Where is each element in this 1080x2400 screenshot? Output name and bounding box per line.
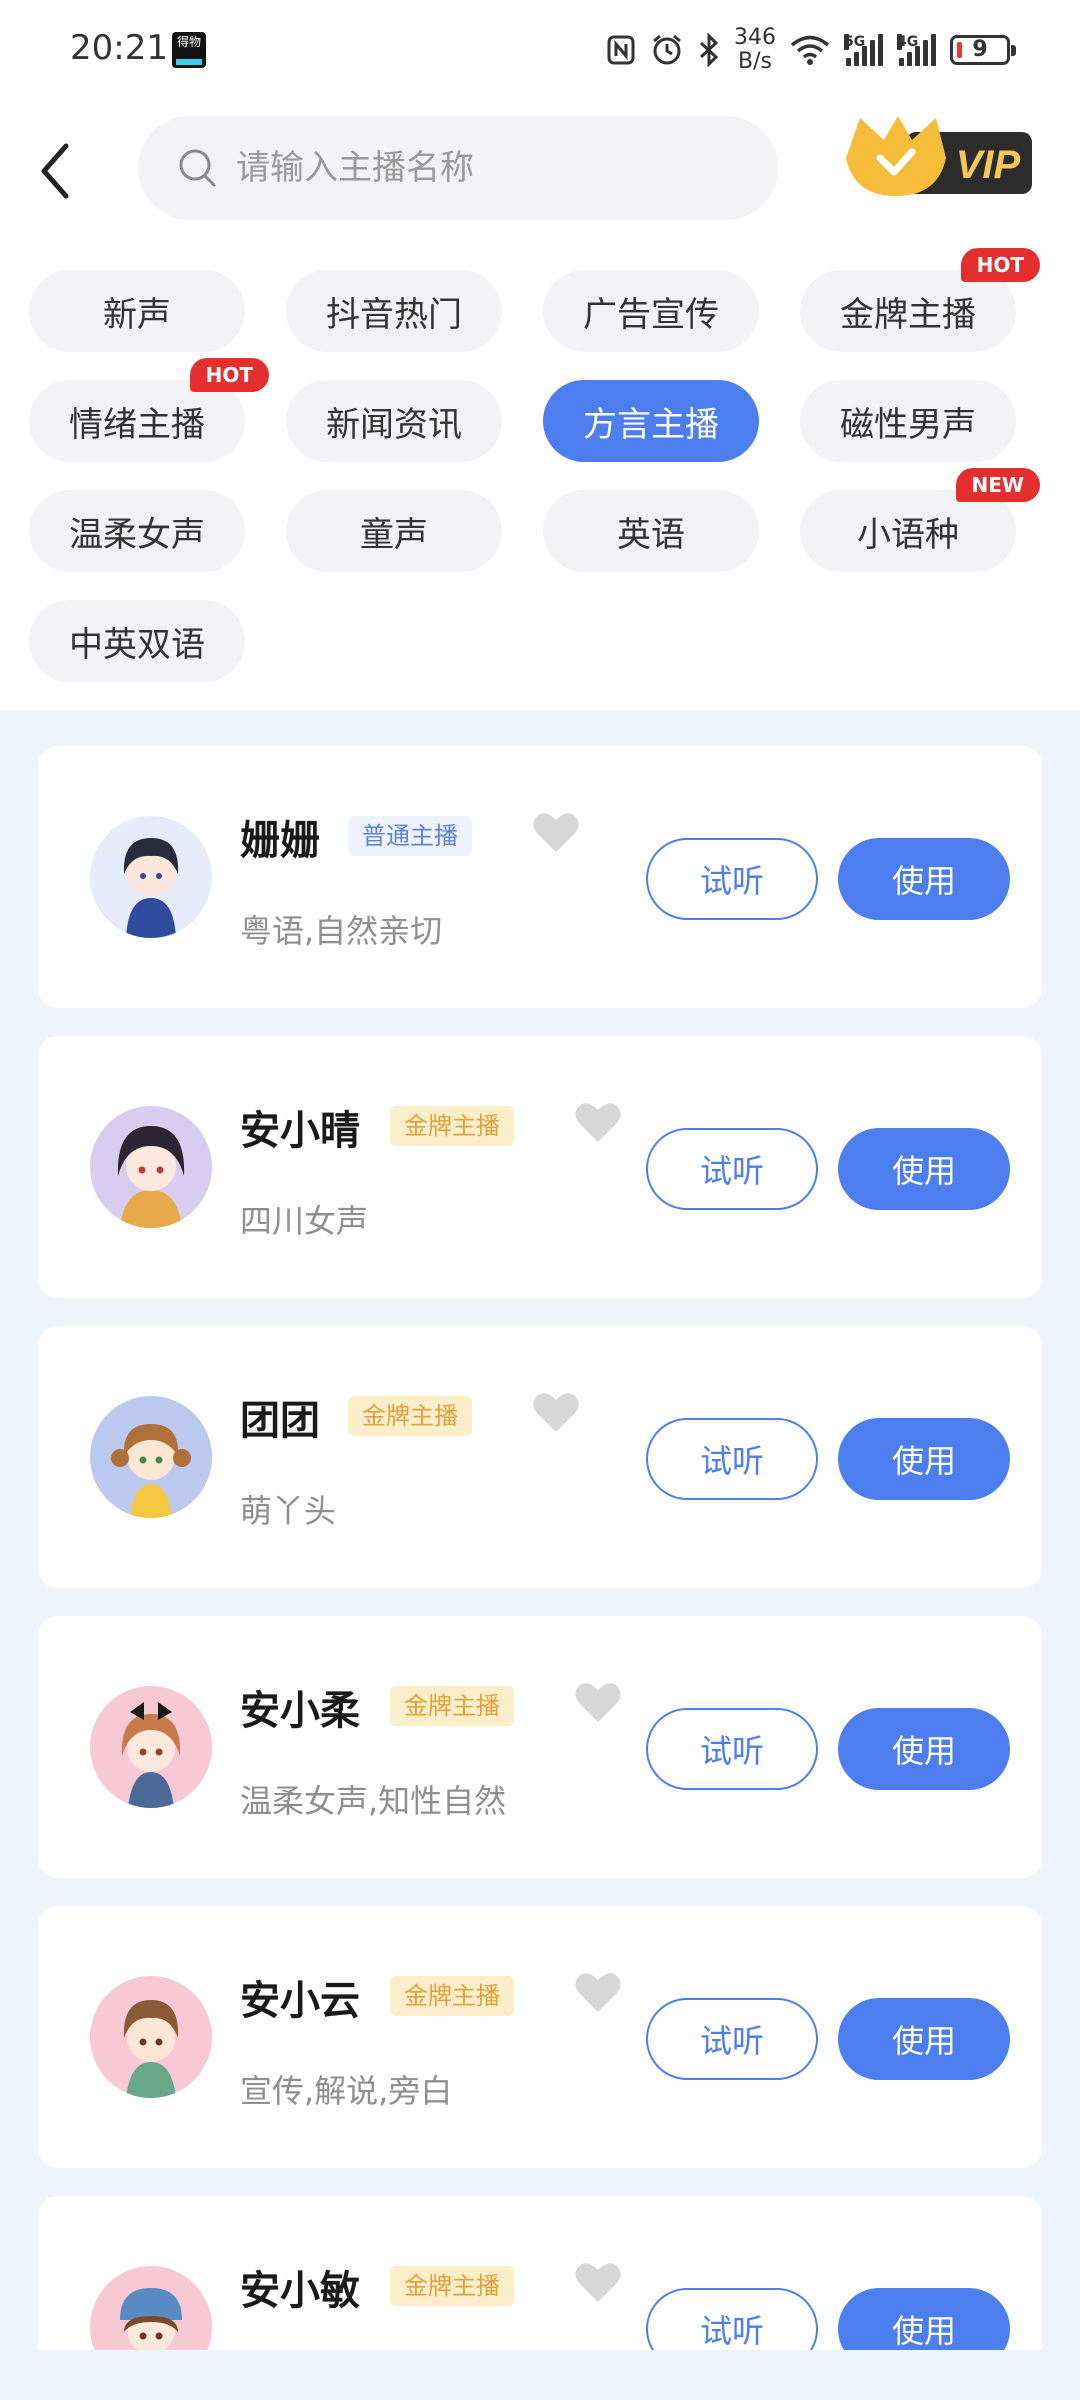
signal-sim1-icon: 5G bbox=[844, 34, 883, 66]
try-listen-button[interactable]: 试听 bbox=[646, 2288, 818, 2350]
level-badge: 金牌主播 bbox=[348, 1396, 472, 1436]
alarm-icon bbox=[653, 34, 681, 65]
signal-sim2-icon: 4G bbox=[897, 34, 936, 66]
nfc-icon bbox=[607, 35, 635, 65]
search-input[interactable] bbox=[236, 148, 756, 188]
tag-child-voice[interactable]: 童声 bbox=[286, 490, 502, 572]
try-listen-button[interactable]: 试听 bbox=[646, 1418, 818, 1500]
anchor-name: 安小柔 bbox=[240, 1688, 360, 1734]
vip-label: VIP bbox=[956, 143, 1021, 187]
tag-gentle-female[interactable]: 温柔女声 bbox=[29, 490, 245, 572]
category-tags: 新声 抖音热门 广告宣传 金牌主播 HOT 情绪主播 HOT 新闻资讯 方言主播 磁… bbox=[0, 248, 1080, 710]
anchor-list[interactable]: 姗姗 普通主播 粤语,自然亲切 试听 使用 安小晴 金牌主播 四川女声 试听 使… bbox=[0, 710, 1080, 2350]
anchor-description: 温柔女声,知性自然 bbox=[240, 1782, 507, 1820]
network-speed: 346 B/s bbox=[734, 25, 776, 74]
anchor-description: 萌丫头 bbox=[240, 1492, 337, 1530]
use-button[interactable]: 使用 bbox=[838, 1708, 1010, 1790]
hot-badge: HOT bbox=[189, 358, 269, 392]
anchor-name: 姗姗 bbox=[240, 818, 320, 864]
anchor-name: 安小云 bbox=[240, 1978, 360, 2024]
search-icon bbox=[179, 149, 216, 187]
anchor-card: 安小柔 金牌主播 温柔女声,知性自然 试听 使用 bbox=[38, 1616, 1042, 1878]
use-button[interactable]: 使用 bbox=[838, 2288, 1010, 2350]
use-button[interactable]: 使用 bbox=[838, 838, 1010, 920]
anchor-description: 粤语,自然亲切 bbox=[240, 912, 443, 950]
tag-bilingual[interactable]: 中英双语 bbox=[29, 600, 245, 682]
heart-icon[interactable] bbox=[574, 2260, 622, 2304]
anchor-card: 姗姗 普通主播 粤语,自然亲切 试听 使用 bbox=[38, 746, 1042, 1008]
try-listen-button[interactable]: 试听 bbox=[646, 1128, 818, 1210]
avatar bbox=[90, 2266, 212, 2350]
avatar bbox=[90, 1106, 212, 1228]
anchor-card: 安小云 金牌主播 宣传,解说,旁白 试听 使用 bbox=[38, 1906, 1042, 2168]
try-listen-button[interactable]: 试听 bbox=[646, 838, 818, 920]
status-time: 20:21 bbox=[70, 28, 168, 68]
tag-english[interactable]: 英语 bbox=[543, 490, 759, 572]
tag-gold-anchor[interactable]: 金牌主播 HOT bbox=[800, 248, 1040, 352]
status-bar: 20:21 得物 346 B/s 5G 4G 9 bbox=[0, 0, 1080, 100]
anchor-name: 安小敏 bbox=[240, 2268, 360, 2314]
avatar bbox=[90, 816, 212, 938]
avatar bbox=[90, 1686, 212, 1808]
anchor-card: 安小敏 金牌主播 试听 使用 bbox=[38, 2196, 1042, 2350]
battery-icon: 9 bbox=[950, 35, 1016, 65]
top-bar: VIP bbox=[0, 100, 1080, 260]
anchor-name: 团团 bbox=[240, 1398, 320, 1444]
heart-icon[interactable] bbox=[574, 1970, 622, 2014]
level-badge: 金牌主播 bbox=[390, 2266, 514, 2306]
tag-news[interactable]: 新闻资讯 bbox=[286, 380, 502, 462]
use-button[interactable]: 使用 bbox=[838, 1998, 1010, 2080]
hot-badge: HOT bbox=[960, 248, 1040, 282]
tag-advertising[interactable]: 广告宣传 bbox=[543, 270, 759, 352]
level-badge: 普通主播 bbox=[348, 816, 472, 856]
heart-icon[interactable] bbox=[574, 1680, 622, 1724]
avatar bbox=[90, 1396, 212, 1518]
level-badge: 金牌主播 bbox=[390, 1106, 514, 1146]
tag-minor-languages[interactable]: 小语种 NEW bbox=[800, 468, 1040, 572]
tag-xinsheng[interactable]: 新声 bbox=[29, 270, 245, 352]
anchor-name: 安小晴 bbox=[240, 1108, 360, 1154]
tag-magnetic-male[interactable]: 磁性男声 bbox=[800, 380, 1016, 462]
heart-icon[interactable] bbox=[532, 1390, 580, 1434]
status-icons: 346 B/s 5G 4G 9 bbox=[606, 22, 1016, 78]
tag-douyin-hot[interactable]: 抖音热门 bbox=[286, 270, 502, 352]
try-listen-button[interactable]: 试听 bbox=[646, 1708, 818, 1790]
heart-icon[interactable] bbox=[574, 1100, 622, 1144]
anchor-description: 宣传,解说,旁白 bbox=[240, 2072, 453, 2110]
anchor-card: 团团 金牌主播 萌丫头 试听 使用 bbox=[38, 1326, 1042, 1588]
wifi-icon bbox=[790, 35, 830, 65]
tag-emotion-anchor[interactable]: 情绪主播 HOT bbox=[29, 358, 269, 462]
use-button[interactable]: 使用 bbox=[838, 1128, 1010, 1210]
bluetooth-icon bbox=[699, 33, 719, 67]
heart-icon[interactable] bbox=[532, 810, 580, 854]
tag-dialect-anchor[interactable]: 方言主播 bbox=[543, 380, 759, 462]
vip-badge[interactable]: VIP bbox=[842, 114, 1036, 200]
avatar bbox=[90, 1976, 212, 2098]
back-arrow-icon[interactable] bbox=[30, 136, 80, 206]
anchor-description: 四川女声 bbox=[240, 1202, 369, 1240]
level-badge: 金牌主播 bbox=[390, 1976, 514, 2016]
anchor-card: 安小晴 金牌主播 四川女声 试听 使用 bbox=[38, 1036, 1042, 1298]
app-notification-icon: 得物 bbox=[172, 32, 206, 68]
try-listen-button[interactable]: 试听 bbox=[646, 1998, 818, 2080]
use-button[interactable]: 使用 bbox=[838, 1418, 1010, 1500]
new-badge: NEW bbox=[955, 468, 1040, 502]
search-box[interactable] bbox=[138, 116, 778, 220]
level-badge: 金牌主播 bbox=[390, 1686, 514, 1726]
